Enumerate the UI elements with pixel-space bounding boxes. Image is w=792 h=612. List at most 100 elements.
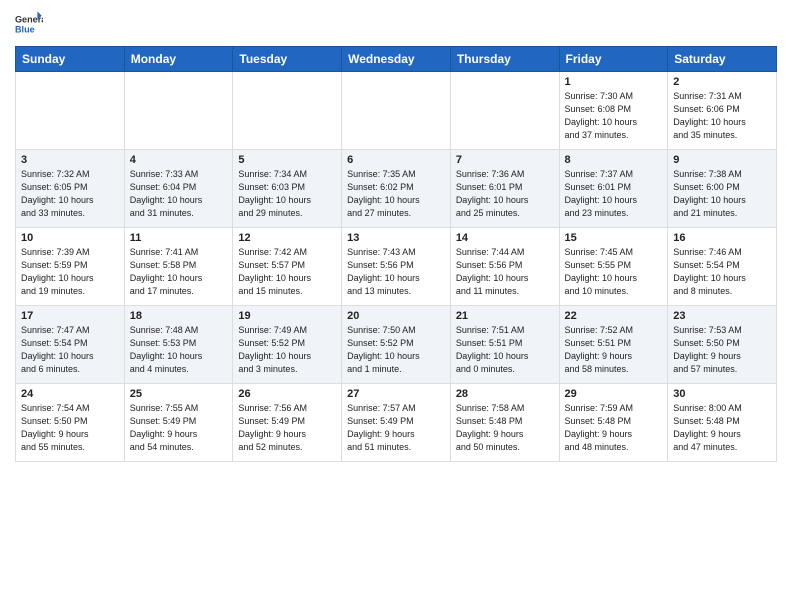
day-number: 5 — [238, 154, 336, 166]
day-info: Sunrise: 7:33 AM Sunset: 6:04 PM Dayligh… — [130, 168, 228, 220]
calendar-day-cell: 7Sunrise: 7:36 AM Sunset: 6:01 PM Daylig… — [450, 150, 559, 228]
day-number: 7 — [456, 154, 554, 166]
weekday-header: Thursday — [450, 47, 559, 72]
day-info: Sunrise: 7:51 AM Sunset: 5:51 PM Dayligh… — [456, 324, 554, 376]
calendar-day-cell: 4 Sunrise: 7:33 AM Sunset: 6:04 PM Daylig… — [124, 150, 233, 228]
calendar-day-cell: 19 Sunrise: 7:49 AM Sunset: 5:52 PM Dayli… — [233, 306, 342, 384]
calendar-day-cell: 15Sunrise: 7:45 AM Sunset: 5:55 PM Dayli… — [559, 228, 668, 306]
calendar-day-cell: 30 Sunrise: 8:00 AM Sunset: 5:48 PM Dayli… — [668, 384, 777, 462]
day-info: Sunrise: 7:49 AM Sunset: 5:52 PM Dayligh… — [238, 324, 336, 376]
day-number: 10 — [21, 232, 119, 244]
calendar-day-cell: 3 Sunrise: 7:32 AM Sunset: 6:05 PM Daylig… — [16, 150, 125, 228]
calendar-week-row: 17Sunrise: 7:47 AM Sunset: 5:54 PM Dayli… — [16, 306, 777, 384]
day-number: 11 — [130, 232, 228, 244]
day-number: 23 — [673, 310, 771, 322]
day-number: 29 — [565, 388, 663, 400]
calendar: SundayMondayTuesdayWednesdayThursdayFrid… — [15, 46, 777, 462]
calendar-day-cell: 23 Sunrise: 7:53 AM Sunset: 5:50 PM Dayli… — [668, 306, 777, 384]
day-number: 27 — [347, 388, 445, 400]
day-info: Sunrise: 7:57 AM Sunset: 5:49 PM Dayligh… — [347, 402, 445, 454]
calendar-day-cell: 29 Sunrise: 7:59 AM Sunset: 5:48 PM Dayli… — [559, 384, 668, 462]
day-info: Sunrise: 7:44 AM Sunset: 5:56 PM Dayligh… — [456, 246, 554, 298]
calendar-day-cell: 10 Sunrise: 7:39 AM Sunset: 5:59 PM Dayli… — [16, 228, 125, 306]
day-number: 26 — [238, 388, 336, 400]
calendar-day-cell: 25 Sunrise: 7:55 AM Sunset: 5:49 PM Dayli… — [124, 384, 233, 462]
day-number: 3 — [21, 154, 119, 166]
weekday-header: Saturday — [668, 47, 777, 72]
day-info: Sunrise: 7:31 AM Sunset: 6:06 PM Dayligh… — [673, 90, 771, 142]
calendar-day-cell — [233, 72, 342, 150]
day-number: 13 — [347, 232, 445, 244]
day-info: Sunrise: 7:35 AM Sunset: 6:02 PM Dayligh… — [347, 168, 445, 220]
day-info: Sunrise: 7:48 AM Sunset: 5:53 PM Dayligh… — [130, 324, 228, 376]
day-number: 21 — [456, 310, 554, 322]
day-number: 30 — [673, 388, 771, 400]
day-info: Sunrise: 7:59 AM Sunset: 5:48 PM Dayligh… — [565, 402, 663, 454]
calendar-day-cell — [124, 72, 233, 150]
day-number: 28 — [456, 388, 554, 400]
calendar-day-cell: 9 Sunrise: 7:38 AM Sunset: 6:00 PM Daylig… — [668, 150, 777, 228]
day-number: 16 — [673, 232, 771, 244]
page: General Blue SundayMondayTuesdayWednesda… — [0, 0, 792, 612]
day-info: Sunrise: 7:32 AM Sunset: 6:05 PM Dayligh… — [21, 168, 119, 220]
calendar-day-cell: 27 Sunrise: 7:57 AM Sunset: 5:49 PM Dayli… — [342, 384, 451, 462]
day-number: 14 — [456, 232, 554, 244]
day-info: Sunrise: 8:00 AM Sunset: 5:48 PM Dayligh… — [673, 402, 771, 454]
day-info: Sunrise: 7:54 AM Sunset: 5:50 PM Dayligh… — [21, 402, 119, 454]
day-info: Sunrise: 7:41 AM Sunset: 5:58 PM Dayligh… — [130, 246, 228, 298]
calendar-day-cell — [450, 72, 559, 150]
calendar-day-cell: 28 Sunrise: 7:58 AM Sunset: 5:48 PM Dayli… — [450, 384, 559, 462]
weekday-header-row: SundayMondayTuesdayWednesdayThursdayFrid… — [16, 47, 777, 72]
calendar-day-cell — [16, 72, 125, 150]
day-number: 18 — [130, 310, 228, 322]
calendar-day-cell: 20Sunrise: 7:50 AM Sunset: 5:52 PM Dayli… — [342, 306, 451, 384]
calendar-day-cell — [342, 72, 451, 150]
day-info: Sunrise: 7:53 AM Sunset: 5:50 PM Dayligh… — [673, 324, 771, 376]
day-number: 2 — [673, 76, 771, 88]
logo-icon: General Blue — [15, 10, 43, 38]
calendar-week-row: 1 Sunrise: 7:30 AM Sunset: 6:08 PM Daylig… — [16, 72, 777, 150]
day-info: Sunrise: 7:58 AM Sunset: 5:48 PM Dayligh… — [456, 402, 554, 454]
day-number: 8 — [565, 154, 663, 166]
calendar-day-cell: 5 Sunrise: 7:34 AM Sunset: 6:03 PM Daylig… — [233, 150, 342, 228]
header: General Blue — [15, 10, 777, 38]
day-info: Sunrise: 7:34 AM Sunset: 6:03 PM Dayligh… — [238, 168, 336, 220]
day-info: Sunrise: 7:39 AM Sunset: 5:59 PM Dayligh… — [21, 246, 119, 298]
calendar-week-row: 10 Sunrise: 7:39 AM Sunset: 5:59 PM Dayli… — [16, 228, 777, 306]
day-info: Sunrise: 7:30 AM Sunset: 6:08 PM Dayligh… — [565, 90, 663, 142]
day-number: 25 — [130, 388, 228, 400]
day-info: Sunrise: 7:43 AM Sunset: 5:56 PM Dayligh… — [347, 246, 445, 298]
weekday-header: Monday — [124, 47, 233, 72]
calendar-week-row: 3 Sunrise: 7:32 AM Sunset: 6:05 PM Daylig… — [16, 150, 777, 228]
calendar-day-cell: 17Sunrise: 7:47 AM Sunset: 5:54 PM Dayli… — [16, 306, 125, 384]
calendar-day-cell: 21 Sunrise: 7:51 AM Sunset: 5:51 PM Dayli… — [450, 306, 559, 384]
calendar-day-cell: 11 Sunrise: 7:41 AM Sunset: 5:58 PM Dayli… — [124, 228, 233, 306]
day-info: Sunrise: 7:38 AM Sunset: 6:00 PM Dayligh… — [673, 168, 771, 220]
day-info: Sunrise: 7:47 AM Sunset: 5:54 PM Dayligh… — [21, 324, 119, 376]
day-number: 1 — [565, 76, 663, 88]
weekday-header: Tuesday — [233, 47, 342, 72]
day-number: 4 — [130, 154, 228, 166]
calendar-day-cell: 8 Sunrise: 7:37 AM Sunset: 6:01 PM Daylig… — [559, 150, 668, 228]
calendar-day-cell: 2 Sunrise: 7:31 AM Sunset: 6:06 PM Daylig… — [668, 72, 777, 150]
day-number: 24 — [21, 388, 119, 400]
logo: General Blue — [15, 10, 43, 38]
calendar-day-cell: 26 Sunrise: 7:56 AM Sunset: 5:49 PM Dayli… — [233, 384, 342, 462]
day-number: 20 — [347, 310, 445, 322]
calendar-day-cell: 24 Sunrise: 7:54 AM Sunset: 5:50 PM Dayli… — [16, 384, 125, 462]
calendar-day-cell: 6Sunrise: 7:35 AM Sunset: 6:02 PM Daylig… — [342, 150, 451, 228]
calendar-day-cell: 22Sunrise: 7:52 AM Sunset: 5:51 PM Dayli… — [559, 306, 668, 384]
calendar-day-cell: 12Sunrise: 7:42 AM Sunset: 5:57 PM Dayli… — [233, 228, 342, 306]
day-info: Sunrise: 7:56 AM Sunset: 5:49 PM Dayligh… — [238, 402, 336, 454]
calendar-day-cell: 18 Sunrise: 7:48 AM Sunset: 5:53 PM Dayli… — [124, 306, 233, 384]
day-number: 19 — [238, 310, 336, 322]
day-number: 15 — [565, 232, 663, 244]
weekday-header: Wednesday — [342, 47, 451, 72]
day-info: Sunrise: 7:55 AM Sunset: 5:49 PM Dayligh… — [130, 402, 228, 454]
day-number: 9 — [673, 154, 771, 166]
day-info: Sunrise: 7:37 AM Sunset: 6:01 PM Dayligh… — [565, 168, 663, 220]
day-info: Sunrise: 7:46 AM Sunset: 5:54 PM Dayligh… — [673, 246, 771, 298]
svg-text:Blue: Blue — [15, 24, 35, 34]
day-number: 22 — [565, 310, 663, 322]
weekday-header: Sunday — [16, 47, 125, 72]
